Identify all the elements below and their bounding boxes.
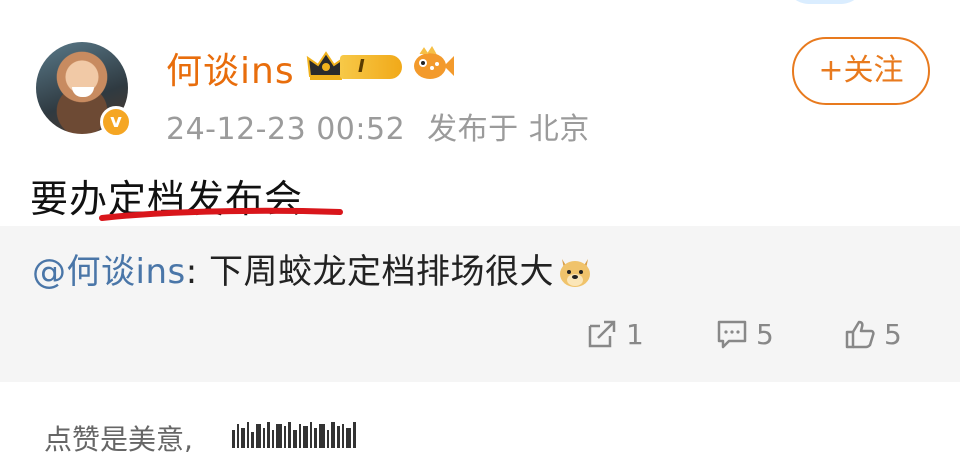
author-name[interactable]: 何谈ins <box>166 42 295 94</box>
post-location: 北京 <box>528 112 590 147</box>
post-timestamp: 24-12-23 00:52 <box>166 112 406 147</box>
comment-icon <box>717 320 747 349</box>
mention-link[interactable]: @何谈ins <box>32 252 186 292</box>
level-tag: I <box>340 55 402 79</box>
verified-badge-icon: v <box>100 106 132 138</box>
doge-emoji-icon <box>559 259 590 287</box>
repost-icon <box>588 320 616 348</box>
decorative-blob <box>785 0 865 4</box>
quoted-post[interactable]: @何谈ins: 下周蛟龙定档排场很大 1 5 5 <box>0 226 960 382</box>
redacted-text-marks <box>232 420 388 448</box>
like-button[interactable]: 5 <box>844 316 902 352</box>
follow-button[interactable]: +关注 <box>792 37 930 105</box>
quoted-post-text: @何谈ins: 下周蛟龙定档排场很大 <box>32 244 594 293</box>
quoted-content: 下周蛟龙定档排场很大 <box>208 252 554 292</box>
member-level-badge[interactable]: I <box>306 46 406 84</box>
red-underline-annotation <box>99 207 343 221</box>
thumbs-up-icon <box>845 320 875 349</box>
mention-separator: : <box>185 252 209 292</box>
comment-button[interactable]: 5 <box>716 316 774 352</box>
post-meta: 24-12-23 00:52 发布于 北京 <box>166 104 590 148</box>
like-count: 5 <box>884 317 902 351</box>
location-prefix: 发布于 <box>427 112 519 147</box>
fish-icon <box>414 46 454 79</box>
repost-count: 1 <box>626 317 644 351</box>
repost-button[interactable]: 1 <box>586 316 644 352</box>
comment-count: 5 <box>756 317 774 351</box>
footer-text: 点赞是美意, <box>44 423 193 456</box>
